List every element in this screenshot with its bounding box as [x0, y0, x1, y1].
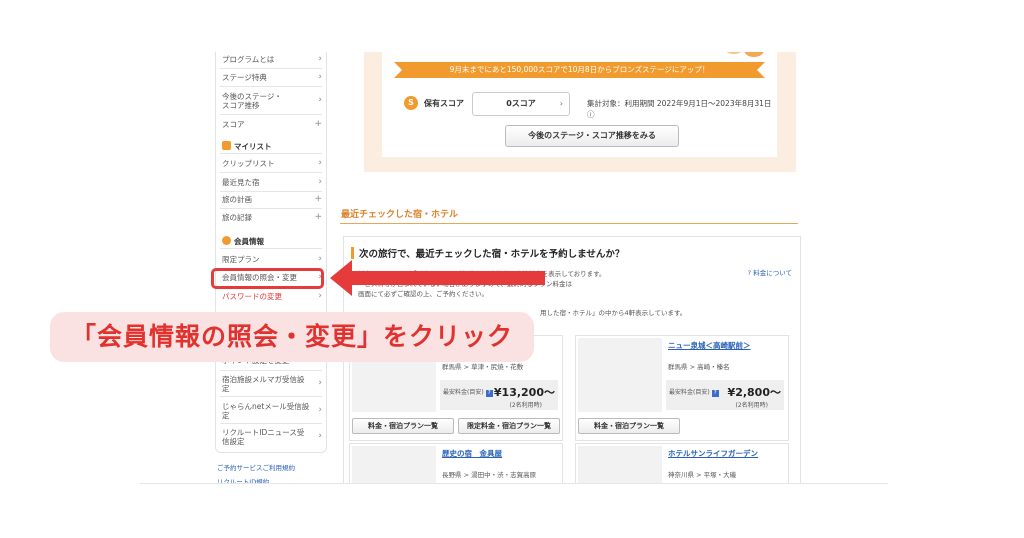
hotel-name-link[interactable]: ホテルサンライフガーデン: [668, 448, 758, 459]
terms-link[interactable]: ご予約サービスご利用規約: [217, 462, 295, 472]
sidebar-item-jalan-mail[interactable]: じゃらんnetメール受信設定 ›: [222, 402, 322, 420]
sidebar-item-stage-trend[interactable]: 今後のステージ・ スコア推移 ›: [222, 92, 322, 110]
hotel-image[interactable]: [352, 446, 436, 484]
divider: [220, 370, 322, 371]
price-help-link[interactable]: ? 料金について: [748, 267, 792, 277]
sidebar-item-recruit-news[interactable]: リクルートIDニュース受 信設定 ›: [222, 428, 322, 446]
hotel-area: 長野県 > 湯田中・渋・志賀高原: [442, 471, 537, 479]
divider: [220, 208, 322, 209]
divider: [220, 396, 322, 397]
score-period: 集計対象：利用期間 2022年9月1日〜2023年8月31日 ⓘ: [587, 99, 772, 119]
chevron-right-icon: ›: [559, 99, 563, 108]
sidebar-item-limited-plan[interactable]: 限定プラン ›: [222, 254, 322, 265]
sidebar-item-travel-log[interactable]: 旅の記録 +: [222, 212, 322, 223]
user-icon: [222, 236, 231, 245]
price-value: ¥13,200〜: [493, 386, 555, 399]
chevron-right-icon: ›: [318, 54, 322, 64]
chevron-right-icon: ›: [318, 177, 322, 187]
hotel-area: 神奈川県 > 平塚・大磯: [668, 471, 737, 479]
price-value: ¥2,800〜: [727, 386, 781, 399]
divider: [220, 172, 322, 173]
hotel-area: 群馬県 > 高崎・榛名: [668, 363, 730, 371]
price-label: 最安料金(目安)?: [443, 387, 493, 397]
chevron-right-icon: ›: [318, 378, 322, 388]
question-icon[interactable]: ?: [485, 390, 493, 397]
price-box: 最安料金(目安)? ¥2,800〜 (2名利用時): [666, 380, 784, 410]
help-icon[interactable]: ⓘ: [587, 110, 595, 119]
chevron-right-icon: ›: [318, 95, 322, 105]
sidebar-item-score[interactable]: スコア +: [222, 119, 322, 130]
divider: [220, 423, 322, 424]
member-heading: 会員情報: [222, 236, 264, 247]
hotel-image[interactable]: [578, 338, 662, 412]
sidebar-item-travel-plan[interactable]: 旅の計画 +: [222, 194, 322, 205]
score-label: 保有スコア: [424, 99, 464, 108]
stage-trend-button[interactable]: 今後のステージ・スコア推移をみる: [505, 125, 679, 147]
plan-list-button[interactable]: 料金・宿泊プラン一覧: [578, 418, 680, 434]
score-value-button[interactable]: 0スコア ›: [472, 92, 570, 116]
sidebar: プログラムとは › ステージ特典 › 今後のステージ・ スコア推移 › スコア + マイリ…: [215, 52, 327, 453]
instruction-callout: 「会員情報の照会・変更」をクリック: [50, 312, 534, 362]
plus-icon: +: [314, 212, 322, 222]
plan-list-button[interactable]: 料金・宿泊プラン一覧: [352, 418, 454, 434]
stage-ribbon: 9月末までにあと150,000スコアで10月8日からブロンズステージにアップ！: [394, 62, 765, 78]
divider: [220, 191, 322, 192]
divider: [140, 483, 888, 484]
score-card: 9月末までにあと150,000スコアで10月8日からブロンズステージにアップ！ …: [382, 52, 777, 157]
recent-section-title: 最近チェックした宿・ホテル: [341, 210, 459, 220]
sidebar-item-program[interactable]: プログラムとは ›: [222, 54, 322, 65]
chevron-right-icon: ›: [318, 72, 322, 82]
hotel-name-link[interactable]: ニュー泉城＜高崎駅前＞: [668, 340, 751, 351]
sidebar-item-password[interactable]: パスワードの変更 ›: [222, 291, 322, 302]
chevron-right-icon: ›: [318, 158, 322, 168]
arrow-left-icon: [330, 260, 545, 296]
hotel-name-link[interactable]: 歴史の宿 金具屋: [442, 448, 502, 459]
plus-icon: +: [314, 119, 322, 129]
limited-plan-list-button[interactable]: 限定料金・宿泊プラン一覧: [458, 418, 560, 434]
price-box: 最安料金(目安)? ¥13,200〜 (2名利用時): [440, 380, 558, 410]
chevron-right-icon: ›: [318, 405, 322, 415]
plus-icon: +: [314, 194, 322, 204]
divider: [220, 68, 322, 69]
notepad-icon: [222, 141, 231, 150]
sidebar-item-inn-mail[interactable]: 宿泊施設メルマガ受信設定 ›: [222, 375, 322, 393]
divider: [220, 114, 322, 115]
hotel-card[interactable]: ホテルサンライフガーデン 神奈川県 > 平塚・大磯: [575, 443, 789, 484]
hotel-image[interactable]: [578, 446, 662, 484]
divider: [220, 86, 322, 87]
highlight-box: [211, 268, 324, 289]
chevron-right-icon: ›: [318, 291, 322, 301]
display-note: 用した宿・ホテル」の中から4軒表示しています。: [540, 309, 687, 317]
price-note-sub: (2名利用時): [509, 402, 543, 409]
sidebar-item-clip-list[interactable]: クリップリスト ›: [222, 158, 322, 169]
hotel-card[interactable]: 歴史の宿 金具屋 長野県 > 湯田中・渋・志賀高原: [349, 443, 563, 484]
chevron-right-icon: ›: [318, 431, 322, 441]
score-panel: 9月末までにあと150,000スコアで10月8日からブロンズステージにアップ！ …: [364, 52, 796, 172]
hotel-card[interactable]: ニュー泉城＜高崎駅前＞ 群馬県 > 高崎・榛名 最安料金(目安)? ¥2,800…: [575, 335, 789, 441]
sidebar-item-stage-benefit[interactable]: ステージ特典 ›: [222, 72, 322, 83]
chevron-right-icon: ›: [318, 254, 322, 264]
score-s-icon: S: [404, 96, 418, 110]
hotel-area: 群馬県 > 草津・尻焼・花敷: [442, 363, 524, 371]
decoration-icon: [726, 52, 764, 57]
section-divider: [340, 223, 798, 224]
mylist-heading: マイリスト: [222, 141, 272, 152]
price-note-sub: (2名利用時): [735, 402, 769, 409]
sidebar-item-recent[interactable]: 最近見た宿 ›: [222, 177, 322, 188]
question-icon[interactable]: ?: [711, 390, 719, 397]
price-label: 最安料金(目安)?: [669, 387, 719, 397]
divider: [220, 153, 322, 154]
divider: [220, 248, 322, 249]
